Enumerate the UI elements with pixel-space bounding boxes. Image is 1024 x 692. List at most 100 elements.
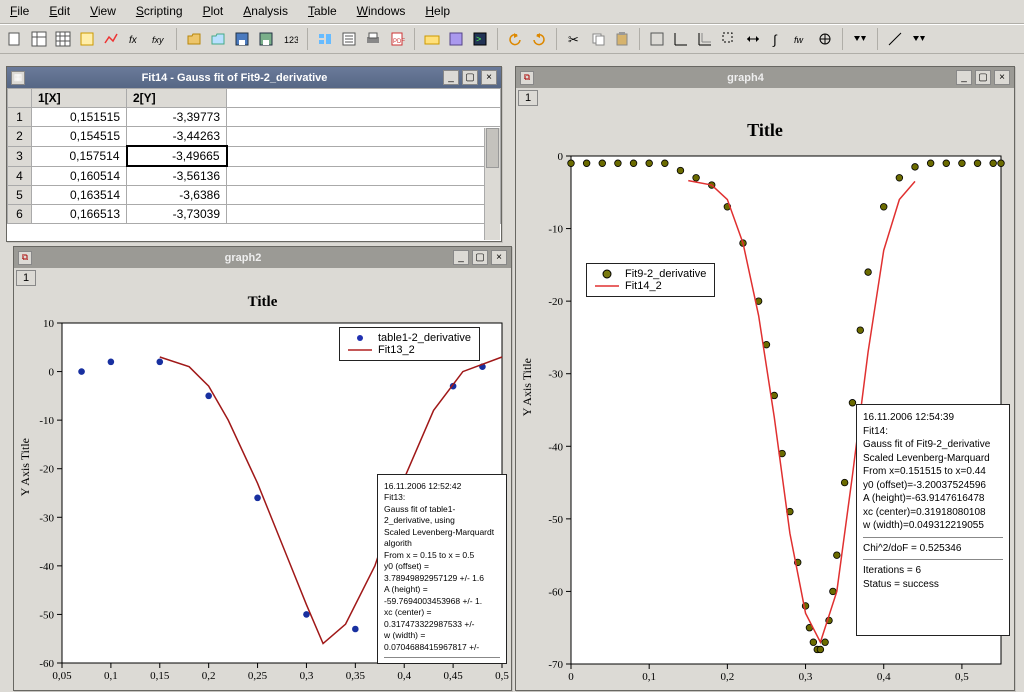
row-header[interactable]: 2 [8,127,32,147]
legend-box[interactable]: table1-2_derivative Fit13_2 [339,327,480,361]
column-header-x[interactable]: 1[X] [32,89,127,108]
fit-icon[interactable]: fw [792,30,810,48]
menu-scripting[interactable]: Scripting [126,0,193,23]
menu-view[interactable]: View [80,0,126,23]
new-matrix-icon[interactable] [54,30,72,48]
explorer-icon[interactable] [423,30,441,48]
cell[interactable]: -3,39773 [127,108,227,127]
cell[interactable]: 0,157514 [32,146,127,166]
cell[interactable]: 0,166513 [32,205,127,224]
project-explorer-icon[interactable] [316,30,334,48]
minimize-button[interactable]: _ [956,70,972,85]
row-header[interactable]: 6 [8,205,32,224]
undo-icon[interactable] [506,30,524,48]
legend-item: Fit9-2_derivative [625,268,706,280]
cell[interactable]: -3,44263 [127,127,227,147]
open-template-icon[interactable] [209,30,227,48]
cell[interactable]: -3,56136 [127,166,227,186]
menu-file[interactable]: File [0,0,39,23]
open-icon[interactable] [185,30,203,48]
close-button[interactable]: × [491,250,507,265]
svg-text:∫: ∫ [772,32,778,47]
cell[interactable]: 0,163514 [32,186,127,205]
plot-wizard-icon[interactable] [648,30,666,48]
save-template-icon[interactable] [257,30,275,48]
redo-icon[interactable] [530,30,548,48]
data-table[interactable]: 1[X] 2[Y] 10,151515-3,39773 20,154515-3,… [7,88,501,224]
console-icon[interactable]: > [471,30,489,48]
window-graph2[interactable]: ⧉ graph2 _ ▢ × 1 Title Y Axis Title 0,05… [13,246,512,691]
titlebar-graph2[interactable]: ⧉ graph2 _ ▢ × [14,247,511,268]
svg-text:-30: -30 [39,512,54,524]
more2-icon[interactable] [910,30,928,48]
layer-icon[interactable] [696,30,714,48]
title-graph4: graph4 [538,72,953,84]
menu-table[interactable]: Table [298,0,347,23]
row-header[interactable]: 1 [8,108,32,127]
log-icon[interactable] [340,30,358,48]
line-tool-icon[interactable] [886,30,904,48]
new-table-icon[interactable] [30,30,48,48]
cell[interactable]: -3,6386 [127,186,227,205]
save-icon[interactable] [233,30,251,48]
minimize-button[interactable]: _ [443,70,459,85]
svg-text:-40: -40 [548,441,563,453]
duplicate-icon[interactable]: 123 [281,30,299,48]
legend-box[interactable]: Fit9-2_derivative Fit14_2 [586,263,715,297]
window-graph4[interactable]: ⧉ graph4 _ ▢ × 1 Title Y Axis Title 00,1… [515,66,1015,691]
minimize-button[interactable]: _ [453,250,469,265]
new-graph-icon[interactable] [102,30,120,48]
info-y0: y0 (offset) = 3.78949892957129 +/- 1.6 [384,561,500,584]
layer-tab[interactable]: 1 [16,270,36,286]
row-header[interactable]: 5 [8,186,32,205]
svg-text:0,5: 0,5 [955,671,969,683]
pdf-icon[interactable]: PDF [388,30,406,48]
more-icon[interactable] [851,30,869,48]
titlebar-graph4[interactable]: ⧉ graph4 _ ▢ × [516,67,1014,88]
results-log-icon[interactable] [447,30,465,48]
menu-edit[interactable]: Edit [39,0,80,23]
info-xc: xc (center) = 0.317473322987533 +/- [384,607,500,630]
print-icon[interactable] [364,30,382,48]
cell-selected[interactable]: -3,49665 [127,146,227,166]
title-graph2: graph2 [36,252,450,264]
copy-icon[interactable] [589,30,607,48]
menu-help[interactable]: Help [415,0,460,23]
close-button[interactable]: × [994,70,1010,85]
info-xc: xc (center)=0.31918080108 [863,506,1003,520]
screen-reader-icon[interactable] [816,30,834,48]
cell[interactable]: -3,73039 [127,205,227,224]
row-header[interactable]: 4 [8,166,32,186]
paste-icon[interactable] [613,30,631,48]
layer-tab[interactable]: 1 [518,90,538,106]
svg-text:0: 0 [568,671,574,683]
menu-analysis[interactable]: Analysis [233,0,298,23]
maximize-button[interactable]: ▢ [975,70,991,85]
maximize-button[interactable]: ▢ [462,70,478,85]
vertical-scrollbar[interactable] [484,128,500,240]
column-header-y[interactable]: 2[Y] [127,89,227,108]
cell[interactable]: 0,151515 [32,108,127,127]
window-table-fit14[interactable]: ▦ Fit14 - Gauss fit of Fit9-2_derivative… [6,66,502,242]
menu-windows[interactable]: Windows [347,0,416,23]
fit-info-box[interactable]: 16.11.2006 12:52:42 Fit13: Gauss fit of … [377,474,507,664]
cell[interactable]: 0,160514 [32,166,127,186]
add-layer-icon[interactable] [672,30,690,48]
close-button[interactable]: × [481,70,497,85]
maximize-button[interactable]: ▢ [472,250,488,265]
new-project-icon[interactable] [6,30,24,48]
menu-plot[interactable]: Plot [193,0,234,23]
new-surface-icon[interactable]: fxy [150,30,168,48]
rescale-icon[interactable] [744,30,762,48]
info-name: Fit13: [384,492,500,503]
titlebar-table[interactable]: ▦ Fit14 - Gauss fit of Fit9-2_derivative… [7,67,501,88]
integral-icon[interactable]: ∫ [768,30,786,48]
new-note-icon[interactable] [78,30,96,48]
cell[interactable]: 0,154515 [32,127,127,147]
cut-icon[interactable]: ✂ [565,30,583,48]
zoom-icon[interactable] [720,30,738,48]
scrollbar-thumb[interactable] [486,128,499,168]
row-header[interactable]: 3 [8,146,32,166]
fit-info-box[interactable]: 16.11.2006 12:54:39 Fit14: Gauss fit of … [856,404,1010,636]
new-func-icon[interactable]: fx [126,30,144,48]
